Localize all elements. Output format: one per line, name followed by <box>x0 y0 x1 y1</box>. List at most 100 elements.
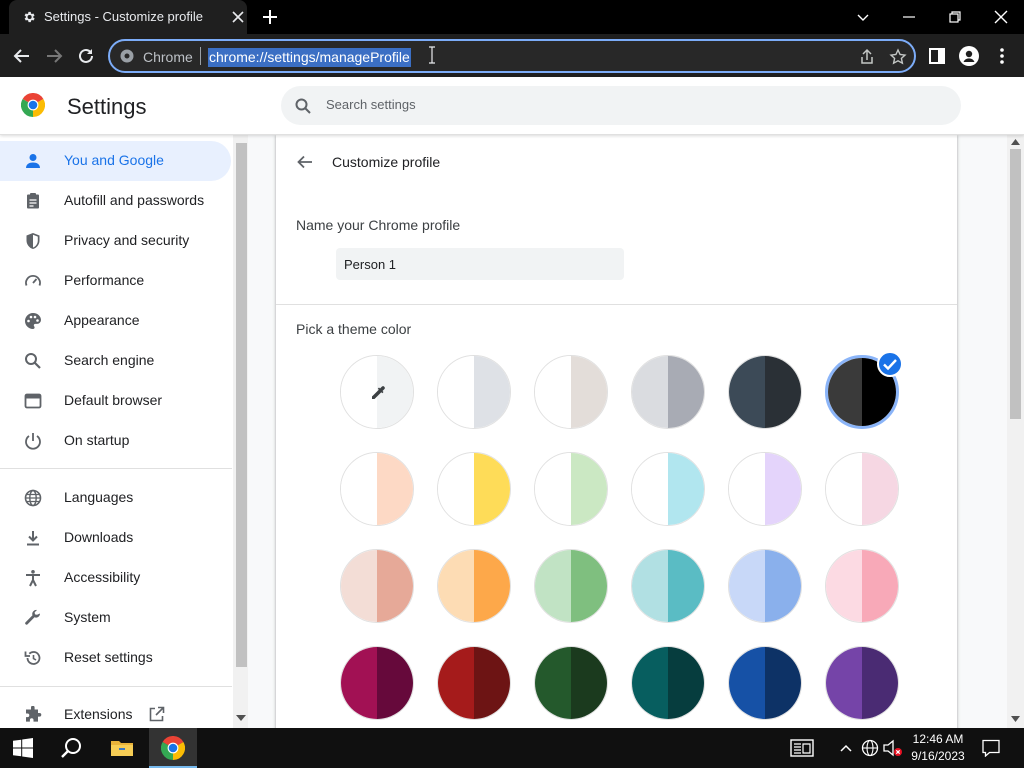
clock-time[interactable]: 12:46 AM <box>905 732 971 746</box>
news-widget-icon[interactable] <box>790 738 814 758</box>
profile-avatar-icon[interactable] <box>959 46 979 66</box>
theme-color-light-teal-white[interactable] <box>631 452 705 526</box>
theme-color-light-teal[interactable] <box>631 549 705 623</box>
scroll-down-arrow-icon[interactable] <box>1011 715 1020 722</box>
chevron-up-icon[interactable] <box>839 741 853 755</box>
palette-icon <box>25 313 41 329</box>
theme-color-dark-blue[interactable] <box>728 646 802 720</box>
windows-start-icon[interactable] <box>13 738 33 758</box>
theme-color-light-green[interactable] <box>534 549 608 623</box>
minimize-icon[interactable] <box>901 9 917 25</box>
sidebar-item-downloads[interactable]: Downloads <box>0 518 231 558</box>
theme-color-custom-picker[interactable] <box>340 355 414 429</box>
puzzle-icon <box>26 706 42 722</box>
theme-color-dark-pink[interactable] <box>340 646 414 720</box>
theme-color-purple[interactable] <box>825 646 899 720</box>
theme-color-yellow-white[interactable] <box>437 452 511 526</box>
sidebar-item-accessibility[interactable]: Accessibility <box>0 558 231 598</box>
theme-color-dark-teal[interactable] <box>631 646 705 720</box>
taskbar-chrome-active[interactable] <box>149 728 197 768</box>
star-icon[interactable] <box>889 48 907 66</box>
volume-muted-icon[interactable] <box>883 739 903 757</box>
theme-color-beige-white[interactable] <box>340 452 414 526</box>
theme-color-green-white[interactable] <box>534 452 608 526</box>
tab-title: Settings - Customize profile <box>44 9 203 24</box>
theme-color-orange[interactable] <box>437 549 511 623</box>
sidebar-item-languages[interactable]: Languages <box>0 478 231 518</box>
swatch-left-half <box>438 453 474 525</box>
search-icon[interactable] <box>60 736 84 760</box>
back-arrow-icon[interactable] <box>296 153 314 171</box>
swatch-left-half <box>341 453 377 525</box>
sidebar-item-search-engine[interactable]: Search engine <box>0 341 231 381</box>
sidebar-item-autofill[interactable]: Autofill and passwords <box>0 181 231 221</box>
swatch-left-half <box>632 647 668 719</box>
theme-color-pink-white[interactable] <box>825 452 899 526</box>
clock-date[interactable]: 9/16/2023 <box>905 749 971 763</box>
chevron-down-icon[interactable] <box>855 9 871 25</box>
swatch-right-half <box>668 356 704 428</box>
sidebar-item-on-startup[interactable]: On startup <box>0 421 231 461</box>
chrome-taskbar-icon <box>161 736 185 760</box>
profile-name-input[interactable] <box>336 248 624 280</box>
chrome-logo-icon <box>21 93 45 117</box>
theme-color-default[interactable] <box>437 355 511 429</box>
scroll-down-arrow-icon[interactable] <box>236 714 246 722</box>
search-input[interactable]: Search settings <box>281 86 961 125</box>
swatch-left-half <box>535 356 571 428</box>
url-text[interactable]: chrome://settings/manageProfile <box>208 48 411 67</box>
close-icon[interactable] <box>231 10 245 24</box>
sidebar-item-default-browser[interactable]: Default browser <box>0 381 231 421</box>
sidebar-item-you-and-google[interactable]: You and Google <box>0 141 231 181</box>
windows-taskbar: 12:46 AM 9/16/2023 <box>0 728 1024 768</box>
section-divider <box>276 304 957 305</box>
text-cursor-icon <box>429 46 435 64</box>
sidebar-item-privacy[interactable]: Privacy and security <box>0 221 231 261</box>
sidebar-item-appearance[interactable]: Appearance <box>0 301 231 341</box>
swatch-left-half <box>341 550 377 622</box>
swatch-right-half <box>862 647 898 719</box>
theme-color-midnight-blue[interactable] <box>728 355 802 429</box>
reload-icon[interactable] <box>76 46 96 66</box>
external-link-icon <box>149 706 165 722</box>
theme-color-warm-grey[interactable] <box>534 355 608 429</box>
restore-icon[interactable] <box>947 9 963 25</box>
back-arrow-icon[interactable] <box>12 46 32 66</box>
theme-color-light-pink[interactable] <box>825 549 899 623</box>
accessibility-icon <box>26 570 40 587</box>
swatch-left-half <box>828 358 862 426</box>
theme-color-cool-grey[interactable] <box>631 355 705 429</box>
theme-color-light-blue[interactable] <box>728 549 802 623</box>
tab-settings[interactable]: Settings - Customize profile <box>9 0 247 34</box>
forward-arrow-icon[interactable] <box>44 46 64 66</box>
theme-color-light-purple-white[interactable] <box>728 452 802 526</box>
side-panel-icon[interactable] <box>927 46 947 66</box>
more-menu-icon[interactable] <box>992 46 1012 66</box>
shield-icon <box>26 233 40 249</box>
swatch-left-half <box>535 453 571 525</box>
theme-color-dark-green[interactable] <box>534 646 608 720</box>
sidebar-item-performance[interactable]: Performance <box>0 261 231 301</box>
swatch-right-half <box>377 453 413 525</box>
sidebar-item-system[interactable]: System <box>0 598 231 638</box>
sidebar-item-extensions[interactable]: Extensions <box>0 695 231 728</box>
theme-color-dark-red[interactable] <box>437 646 511 720</box>
file-explorer-icon[interactable] <box>110 736 134 760</box>
theme-color-beige[interactable] <box>340 549 414 623</box>
new-tab-icon[interactable] <box>262 9 278 25</box>
network-globe-icon[interactable] <box>861 739 879 757</box>
download-icon <box>27 531 39 546</box>
scroll-up-arrow-icon[interactable] <box>1011 139 1020 146</box>
sidebar-item-reset-settings[interactable]: Reset settings <box>0 638 231 678</box>
notification-icon[interactable] <box>982 739 1000 757</box>
address-bar[interactable]: Chrome chrome://settings/manageProfile <box>108 39 916 73</box>
swatch-right-half <box>765 453 801 525</box>
swatch-left-half <box>826 453 862 525</box>
title-bar: Settings - Customize profile <box>0 0 1024 34</box>
browser-window-icon <box>24 393 42 409</box>
swatch-right-half <box>571 356 607 428</box>
main-scrollbar-thumb[interactable] <box>1010 149 1021 419</box>
sidebar-scrollbar-thumb[interactable] <box>236 143 247 667</box>
window-close-icon[interactable] <box>993 9 1009 25</box>
share-icon[interactable] <box>858 48 876 66</box>
